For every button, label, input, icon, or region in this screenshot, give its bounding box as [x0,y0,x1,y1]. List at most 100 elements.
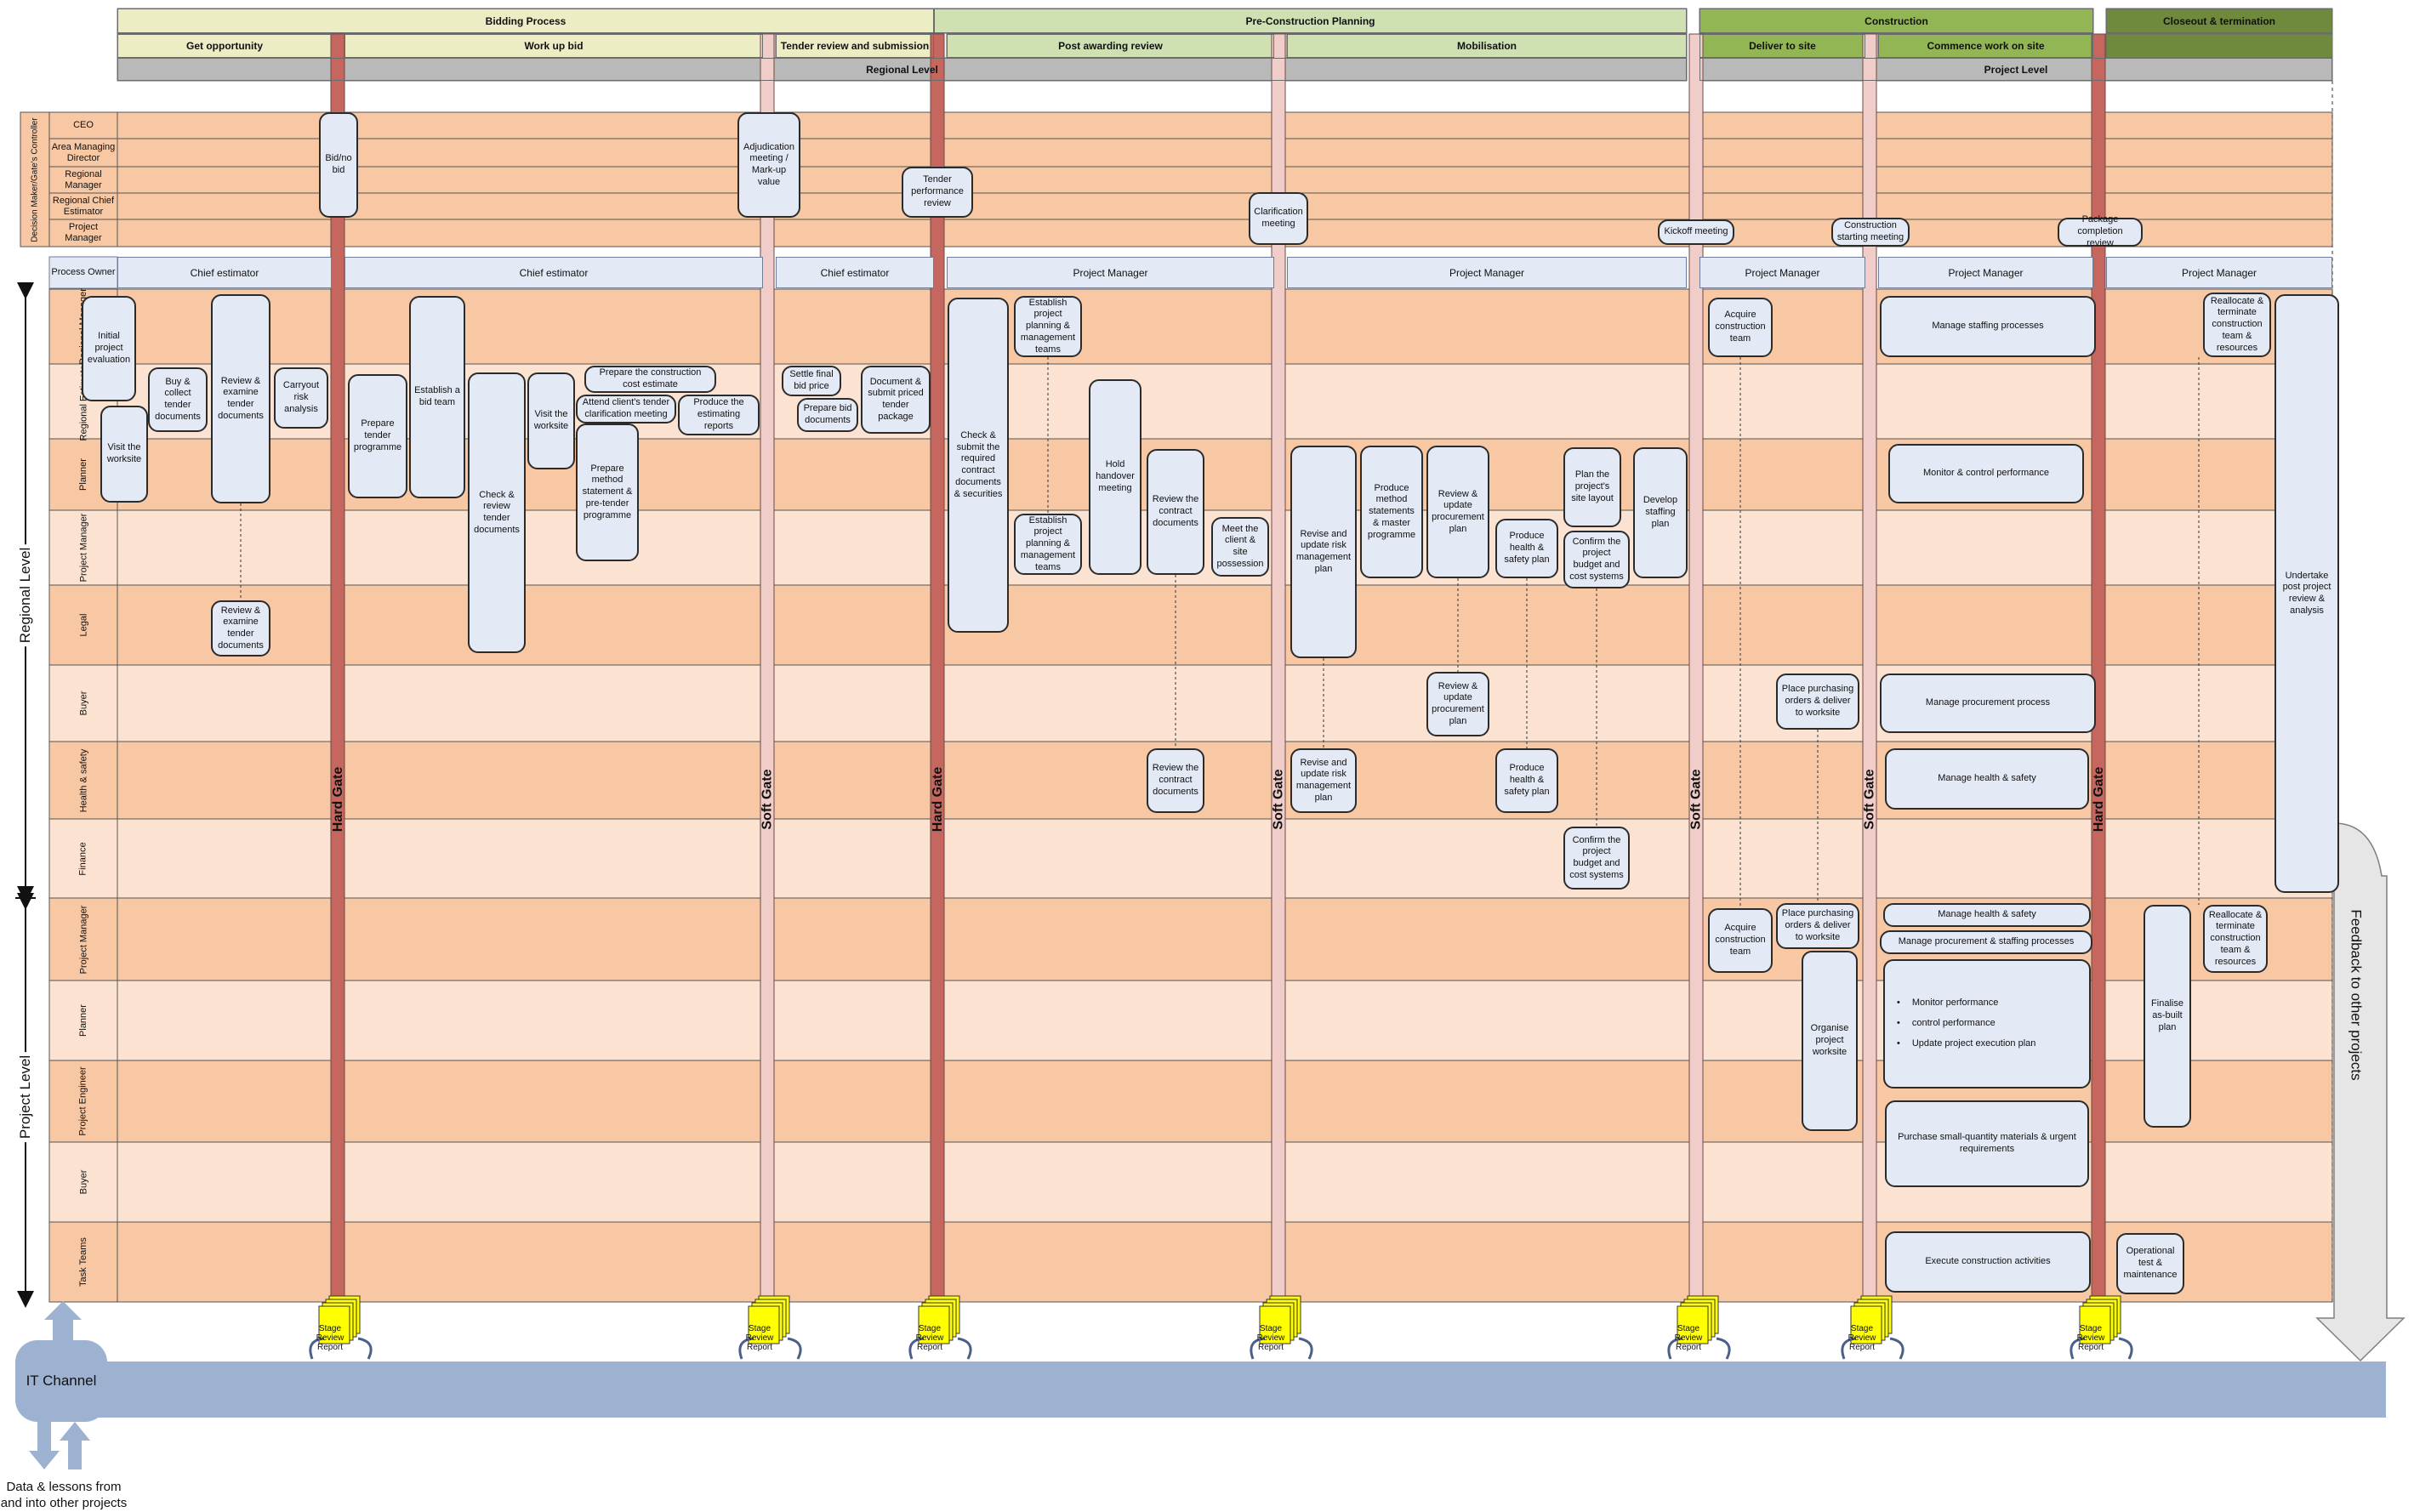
activity-develop-staffing-plan: Develop staffing plan [1633,447,1688,578]
stage-review-report-2: Stage Review Report [745,1324,774,1352]
side-label-project: Project Level [0,1046,51,1148]
substage-tender-review: Tender review and submission [776,34,934,58]
lane-buyer: Buyer [78,691,88,716]
lane-project-manager: Project Manager [78,513,88,583]
monitor-item-control: control performance [1897,1018,1996,1030]
stage-review-report-1: Stage Review Report [316,1324,344,1352]
meeting-kickoff: Kickoff meeting [1658,219,1734,245]
activity-purchase-small-quantity: Purchase small-quantity materials & urge… [1885,1100,2089,1187]
process-owner-post-awarding: Project Manager [947,257,1274,288]
activity-organise-worksite: Organise project worksite [1802,951,1858,1131]
decision-lane-area-md: Area Managing Director [51,141,116,163]
it-channel-label: IT Channel [26,1373,97,1389]
activity-review-procurement-plan: Review & update procurement plan [1426,446,1489,578]
activity-confirm-budget-finance: Confirm the project budget and cost syst… [1563,827,1630,890]
activity-establish-teams-regional-manager: Establish project planning & management … [1014,296,1082,357]
substage-deliver-to-site: Deliver to site [1699,34,1865,58]
activity-review-procurement-plan-buyer: Review & update procurement plan [1426,672,1489,736]
stage-header-closeout: Closeout & termination [2106,9,2332,33]
meeting-clarification: Clarification meeting [1249,192,1308,245]
activity-confirm-budget-pm: Confirm the project budget and cost syst… [1563,531,1630,588]
process-owner-closeout: Project Manager [2106,257,2332,288]
process-owner-deliver: Project Manager [1699,257,1865,288]
side-label-regional: Regional Level [0,543,51,647]
activity-manage-staffing-processes: Manage staffing processes [1880,296,2096,357]
activity-establish-bid-team: Establish a bid team [409,296,465,498]
decision-lane-project-manager: Project Manager [65,222,102,243]
process-owner-work-up-bid: Chief estimator [344,257,763,288]
activity-post-project-review: Undertake post project review & analysis [2275,294,2339,893]
activity-visit-worksite-2: Visit the worksite [527,372,575,469]
meeting-package-completion-review: Package completion review [2058,214,2143,248]
lane-project-engineer: Project Engineer [78,1066,89,1136]
activity-execute-construction: Execute construction activities [1885,1231,2091,1293]
gate-6-label: Soft Gate [1863,769,1877,830]
decision-lane-regional-manager: Regional Manager [65,168,102,190]
activity-establish-teams-project-manager: Establish project planning & management … [1014,514,1082,575]
activity-revise-risk-plan-hs: Revise and update risk management plan [1290,748,1357,813]
activity-acquire-construction-team-project: Acquire construction team [1708,908,1773,973]
activity-monitor-control-performance: Monitor & control performance [1888,444,2084,503]
level-bar-regional: Regional Level [117,58,1687,81]
activity-review-examine-tender-docs: Review & examine tender documents [211,294,270,503]
stage-review-report-3: Stage Review Report [915,1324,944,1352]
activity-manage-procurement-process: Manage procurement process [1880,674,2096,733]
stage-header-bidding: Bidding Process [117,9,934,33]
activity-carryout-risk-analysis: Carryout risk analysis [274,367,328,429]
activity-attend-clarification-meeting: Attend client's tender clarification mee… [576,395,676,423]
decision-lane-regional-chief-estimator: Regional Chief Estimator [52,195,115,217]
monitor-item-performance: Monitor performance [1897,998,1999,1009]
gate-5-label: Soft Gate [1689,769,1704,830]
lane-health-safety: Health & safety [78,748,88,812]
meeting-construction-starting: Construction starting meeting [1831,218,1910,247]
activity-prepare-method-statement: Prepare method statement & pre-tender pr… [576,423,639,561]
activity-visit-worksite-1: Visit the worksite [100,406,148,503]
meeting-tender-performance-review: Tender performance review [902,167,973,218]
meeting-bid-no-bid: Bid/no bid [319,112,358,218]
data-lessons-note: Data & lessons from and into other proje… [0,1480,128,1510]
level-bar-project: Project Level [1699,58,2332,81]
activity-reallocate-terminate-regional: Reallocate & terminate construction team… [2203,293,2271,357]
stage-review-report-4: Stage Review Report [1256,1324,1285,1352]
decision-group-label: Decision Maker/Gate's Controller [30,117,40,242]
substage-post-awarding: Post awarding review [947,34,1274,58]
process-map: Bidding Process Pre-Construction Plannin… [0,0,2414,1510]
activity-prepare-construction-cost-estimate: Prepare the construction cost estimate [584,366,716,393]
substage-get-opportunity: Get opportunity [117,34,332,58]
lane-legal: Legal [77,613,88,637]
activity-hold-handover-meeting: Hold handover meeting [1089,379,1142,575]
activity-produce-hs-plan-hs: Produce health & safety plan [1495,748,1558,813]
process-owner-label: Process Owner [51,267,116,278]
activity-produce-estimating-reports: Produce the estimating reports [678,395,760,435]
activity-check-review-tender-docs: Check & review tender documents [468,372,526,653]
lane-finance: Finance [77,841,88,876]
meeting-adjudication: Adjudication meeting / Mark-up value [737,112,800,218]
activity-plan-site-layout: Plan the project's site layout [1563,447,1621,527]
activity-initial-project-evaluation: Initial project evaluation [82,296,136,401]
activity-meet-client-site-possession: Meet the client & site possession [1211,517,1269,577]
activity-review-contract-docs-hs: Review the contract documents [1147,748,1204,813]
activity-place-purchasing-orders: Place purchasing orders & deliver to wor… [1776,674,1859,730]
gate-7-label: Hard Gate [2092,766,2106,833]
activity-manage-procurement-staffing: Manage procurement & staffing processes [1880,930,2092,954]
gate-4-label: Soft Gate [1272,769,1286,830]
stage-header-construction: Construction [1699,9,2093,33]
activity-manage-hs-project: Manage health & safety [1883,903,2091,927]
activity-prepare-tender-programme: Prepare tender programme [348,374,407,498]
activity-place-purchasing-orders-project: Place purchasing orders & deliver to wor… [1776,903,1859,949]
activity-produce-hs-plan: Produce health & safety plan [1495,519,1558,578]
gate-2-label: Soft Gate [760,769,775,830]
activity-settle-final-bid-price: Settle final bid price [782,366,841,396]
gate-1-label: Hard Gate [331,766,345,833]
lane-project-manager-project: Project Manager [78,905,88,974]
stage-review-report-7: Stage Review Report [2076,1324,2105,1352]
activity-operational-test: Operational test & maintenance [2116,1233,2184,1294]
stage-review-report-6: Stage Review Report [1848,1324,1876,1352]
process-owner-commence: Project Manager [1878,257,2093,288]
stage-header-preconstruction: Pre-Construction Planning [934,9,1687,33]
activity-revise-risk-plan: Revise and update risk management plan [1290,446,1357,658]
decision-lane-ceo: CEO [73,120,94,131]
activity-manage-health-safety: Manage health & safety [1885,748,2089,810]
process-owner-get-opportunity: Chief estimator [117,257,332,288]
activity-buy-collect-tender-docs: Buy & collect tender documents [148,367,208,432]
